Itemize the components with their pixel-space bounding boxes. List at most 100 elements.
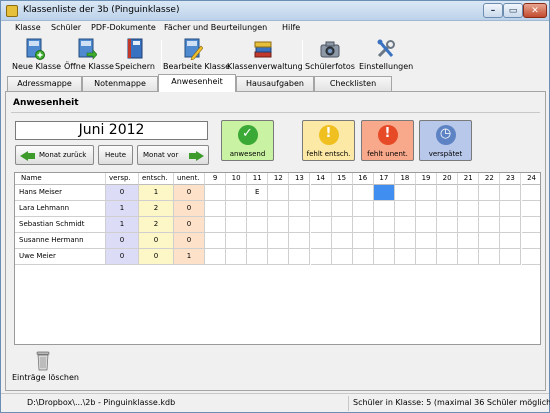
day-header[interactable]: 19	[416, 173, 438, 185]
day-cell[interactable]	[205, 185, 227, 201]
day-header[interactable]: 18	[394, 173, 416, 185]
day-cell[interactable]	[373, 201, 395, 217]
menu-hilfe[interactable]: Hilfe	[282, 23, 300, 32]
day-cell[interactable]	[352, 185, 374, 201]
day-cell[interactable]	[352, 201, 374, 217]
student-name[interactable]: Susanne Hermann	[15, 233, 106, 249]
day-cell[interactable]	[310, 201, 332, 217]
day-cell[interactable]	[310, 249, 332, 265]
day-cell[interactable]	[289, 217, 311, 233]
day-cell[interactable]	[416, 217, 438, 233]
day-header[interactable]: 10	[226, 173, 248, 185]
day-cell[interactable]: E	[247, 185, 269, 201]
day-cell[interactable]	[479, 217, 501, 233]
day-cell[interactable]	[310, 185, 332, 201]
day-cell[interactable]	[479, 201, 501, 217]
today-button[interactable]: Heute	[98, 145, 133, 165]
day-cell[interactable]	[458, 201, 480, 217]
settings-button[interactable]: Einstellungen	[359, 37, 413, 73]
tab-hausaufgaben[interactable]: Hausaufgaben	[236, 76, 314, 91]
student-name[interactable]: Sebastian Schmidt	[15, 217, 106, 233]
day-cell[interactable]	[521, 233, 540, 249]
day-cell[interactable]	[289, 201, 311, 217]
day-cell[interactable]	[500, 233, 522, 249]
day-cell[interactable]	[268, 233, 290, 249]
menu-klasse[interactable]: Klasse	[15, 23, 41, 32]
column-header[interactable]: Name	[15, 173, 106, 185]
day-cell[interactable]	[394, 185, 416, 201]
day-header[interactable]: 14	[310, 173, 332, 185]
day-cell[interactable]	[247, 201, 269, 217]
save-button[interactable]: Speichern	[113, 37, 157, 73]
next-month-button[interactable]: Monat vor	[137, 145, 209, 165]
tab-checklisten[interactable]: Checklisten	[314, 76, 392, 91]
menu-faecher[interactable]: Fächer und Beurteilungen	[164, 23, 267, 32]
day-cell[interactable]	[205, 233, 227, 249]
day-cell[interactable]	[310, 217, 332, 233]
trash-icon[interactable]	[36, 351, 50, 371]
column-header[interactable]: unent.	[174, 173, 205, 185]
attendance-table[interactable]: Name versp. entsch. unent. 9 10 11 12 13 14 15 16 17…	[14, 172, 541, 345]
day-header[interactable]: 12	[268, 173, 290, 185]
present-button[interactable]: ✓ anwesend	[221, 120, 274, 161]
late-button[interactable]: ◷ verspätet	[419, 120, 472, 161]
day-header[interactable]: 15	[331, 173, 353, 185]
day-cell[interactable]	[373, 233, 395, 249]
day-cell[interactable]	[331, 249, 353, 265]
unexcused-button[interactable]: ! fehlt unent.	[361, 120, 414, 161]
day-cell[interactable]	[521, 185, 540, 201]
day-cell[interactable]	[416, 185, 438, 201]
excused-button[interactable]: ! fehlt entsch.	[302, 120, 355, 161]
day-cell[interactable]	[289, 249, 311, 265]
day-cell[interactable]	[205, 249, 227, 265]
day-cell[interactable]	[268, 201, 290, 217]
day-header[interactable]: 24	[521, 173, 540, 185]
day-cell[interactable]	[289, 185, 311, 201]
column-header[interactable]: entsch.	[139, 173, 174, 185]
day-cell[interactable]	[500, 201, 522, 217]
day-cell[interactable]	[437, 185, 459, 201]
day-header[interactable]: 11	[247, 173, 269, 185]
day-cell[interactable]	[226, 185, 248, 201]
day-cell[interactable]	[268, 217, 290, 233]
day-cell[interactable]	[268, 185, 290, 201]
day-cell[interactable]	[247, 217, 269, 233]
tab-notenmappe[interactable]: Notenmappe	[82, 76, 158, 91]
day-cell[interactable]	[205, 201, 227, 217]
day-header[interactable]: 13	[289, 173, 311, 185]
day-cell[interactable]	[331, 185, 353, 201]
day-cell[interactable]	[500, 185, 522, 201]
day-cell[interactable]	[310, 233, 332, 249]
day-cell[interactable]	[416, 233, 438, 249]
day-cell[interactable]	[352, 249, 374, 265]
day-cell[interactable]	[416, 249, 438, 265]
day-cell[interactable]	[479, 249, 501, 265]
day-header[interactable]: 16	[352, 173, 374, 185]
day-cell[interactable]	[247, 249, 269, 265]
day-header[interactable]: 21	[458, 173, 480, 185]
day-cell[interactable]	[268, 249, 290, 265]
day-cell[interactable]	[479, 233, 501, 249]
day-cell[interactable]	[394, 217, 416, 233]
day-cell[interactable]	[226, 201, 248, 217]
menu-pdf[interactable]: PDF-Dokumente	[91, 23, 156, 32]
day-cell[interactable]	[458, 185, 480, 201]
day-cell[interactable]	[373, 217, 395, 233]
day-cell[interactable]	[226, 249, 248, 265]
day-cell[interactable]	[437, 217, 459, 233]
day-cell[interactable]	[437, 201, 459, 217]
student-name[interactable]: Uwe Meier	[15, 249, 106, 265]
day-cell[interactable]	[394, 233, 416, 249]
day-cell[interactable]	[331, 217, 353, 233]
day-cell[interactable]	[521, 249, 540, 265]
day-header[interactable]: 23	[500, 173, 522, 185]
day-header[interactable]: 20	[437, 173, 459, 185]
tab-adressmappe[interactable]: Adressmappe	[7, 76, 82, 91]
day-header[interactable]: 22	[479, 173, 501, 185]
day-cell[interactable]	[352, 217, 374, 233]
day-cell[interactable]	[458, 217, 480, 233]
edit-class-button[interactable]: Bearbeite Klasse	[163, 37, 230, 73]
day-cell[interactable]	[331, 201, 353, 217]
day-cell[interactable]	[500, 217, 522, 233]
student-name[interactable]: Hans Meiser	[15, 185, 106, 201]
